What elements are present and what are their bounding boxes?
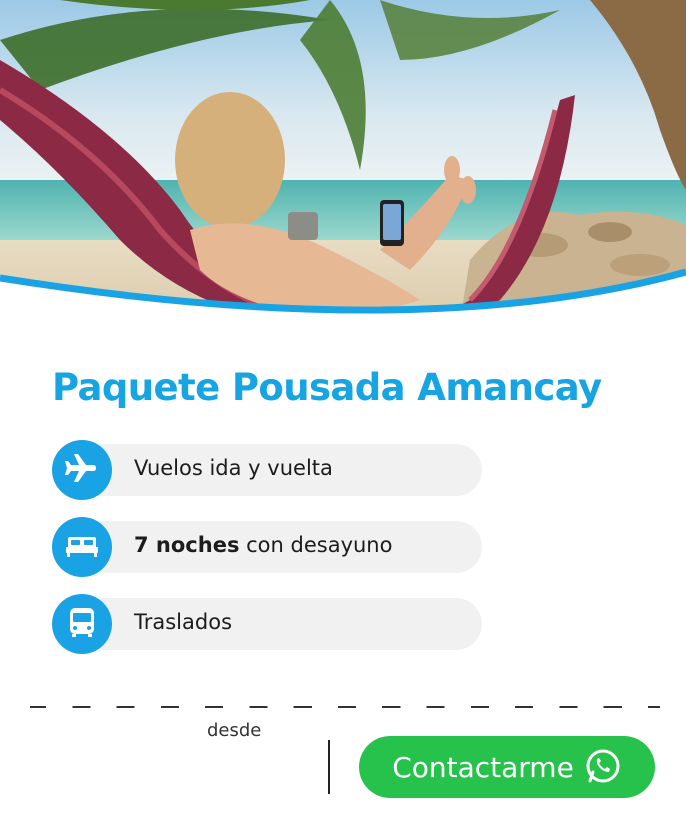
whatsapp-icon (584, 747, 622, 788)
feature-icon-circle (52, 594, 112, 654)
contact-button-label: Contactarme (392, 750, 574, 784)
contact-button[interactable]: Contactarme (359, 736, 655, 798)
feature-label: Vuelos ida y vuelta (134, 456, 333, 480)
feature-transfers: Traslados (52, 594, 482, 654)
price-divider (328, 740, 330, 794)
feature-icon-circle (52, 517, 112, 577)
feature-label: Traslados (134, 610, 233, 634)
bus-icon (62, 602, 102, 647)
feature-flights: Vuelos ida y vuelta (52, 440, 482, 500)
bed-icon (62, 525, 102, 570)
package-title: Paquete Pousada Amancay (52, 366, 602, 409)
hero-image (0, 0, 686, 330)
dashed-divider (30, 706, 660, 708)
feature-nights: 7 noches con desayuno (52, 517, 482, 577)
feature-label: 7 noches con desayuno (134, 533, 393, 557)
airplane-icon (62, 448, 102, 493)
price-prefix: desde (207, 720, 262, 741)
feature-icon-circle (52, 440, 112, 500)
